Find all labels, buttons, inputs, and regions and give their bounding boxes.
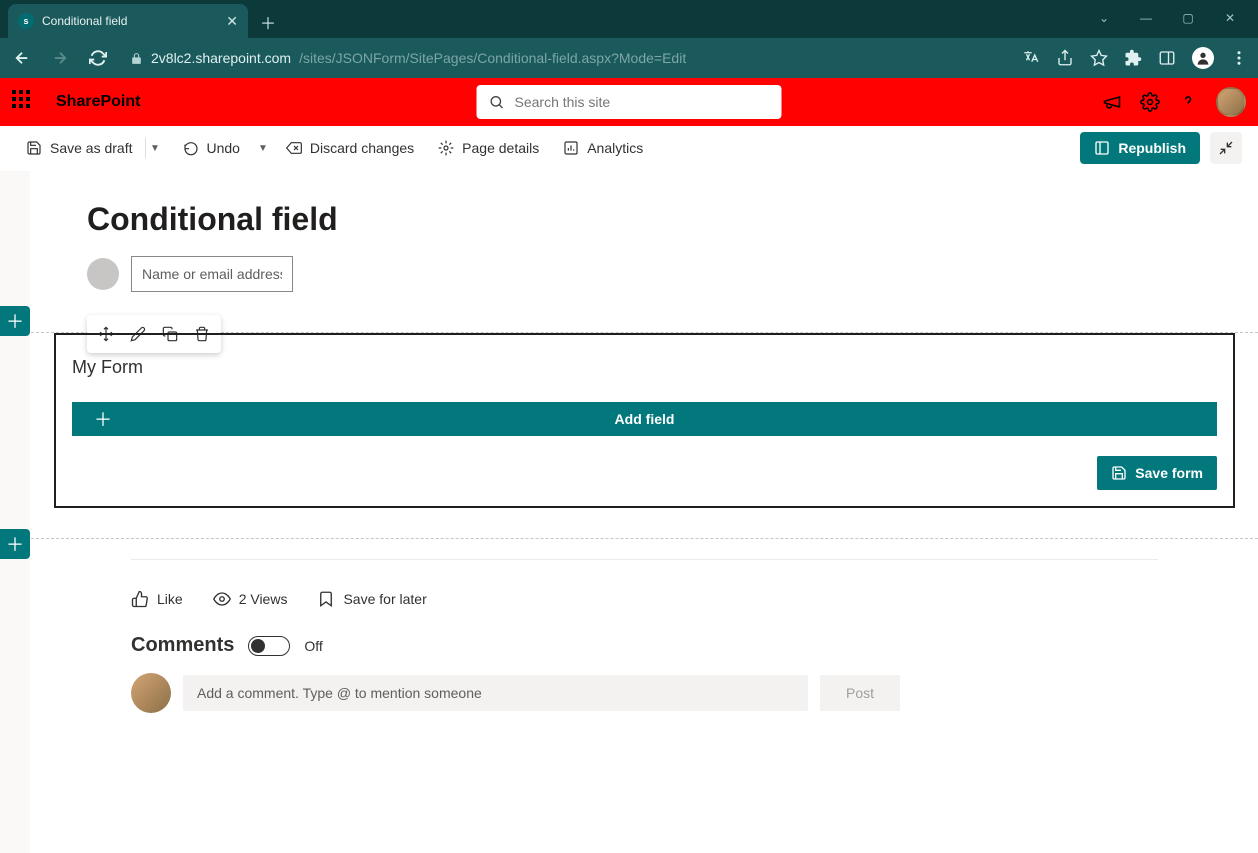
command-bar: Save as draft ▼ Undo ▼ Discard changes P… (0, 126, 1258, 171)
views-label: 2 Views (239, 591, 288, 607)
undo-icon (183, 140, 199, 156)
gear-icon[interactable] (1140, 92, 1160, 112)
save-as-draft-button[interactable]: Save as draft ▼ (16, 132, 169, 164)
views-icon (213, 590, 231, 608)
comments-heading: Comments (131, 634, 234, 657)
lock-icon (130, 52, 143, 65)
kebab-menu-icon[interactable] (1230, 49, 1248, 67)
search-icon (489, 94, 505, 110)
rail-edit-icon[interactable] (31, 339, 36, 367)
add-field-label: Add field (615, 411, 675, 427)
save-form-button[interactable]: Save form (1097, 456, 1217, 490)
republish-button[interactable]: Republish (1080, 132, 1200, 164)
save-as-draft-label: Save as draft (50, 140, 133, 156)
add-section-button-bottom[interactable]: ＋ (0, 529, 30, 559)
url-path: /sites/JSONForm/SitePages/Conditional-fi… (299, 50, 686, 66)
author-avatar-icon (87, 258, 119, 290)
window-chevron-icon[interactable]: ⌄ (1084, 4, 1124, 32)
browser-tab[interactable]: s Conditional field ✕ (8, 4, 248, 38)
republish-icon (1094, 140, 1110, 156)
browser-titlebar: s Conditional field ✕ ＋ ⌄ ― ▢ ✕ (0, 0, 1258, 38)
chevron-down-icon[interactable]: ▼ (145, 138, 159, 158)
save-later-label: Save for later (343, 591, 426, 607)
share-icon[interactable] (1056, 49, 1074, 67)
extensions-icon[interactable] (1124, 49, 1142, 67)
new-tab-button[interactable]: ＋ (254, 8, 282, 36)
search-input[interactable] (515, 94, 770, 110)
social-bar: Like 2 Views Save for later Comments Off (31, 539, 1258, 723)
profile-icon[interactable] (1192, 47, 1214, 69)
form-webpart[interactable]: My Form ＋ Add field Save form (54, 333, 1235, 508)
left-rail: ＋ ＋ (0, 171, 31, 853)
analytics-button[interactable]: Analytics (553, 134, 653, 162)
form-title[interactable]: My Form (72, 357, 1217, 378)
user-avatar[interactable] (1216, 87, 1246, 117)
rail-delete-icon[interactable] (31, 465, 36, 493)
comments-toggle[interactable] (248, 636, 290, 656)
tab-favicon-icon: s (18, 13, 34, 29)
post-label: Post (846, 685, 874, 701)
discard-label: Discard changes (310, 140, 414, 156)
like-button[interactable]: Like (131, 590, 183, 608)
like-label: Like (157, 591, 183, 607)
search-box[interactable] (477, 85, 782, 119)
analytics-icon (563, 140, 579, 156)
browser-right-icons (1022, 47, 1248, 69)
add-field-button[interactable]: ＋ Add field (72, 402, 1217, 436)
undo-label: Undo (207, 140, 240, 156)
back-button[interactable] (10, 46, 34, 70)
browser-toolbar: 2v8lc2.sharepoint.com/sites/JSONForm/Sit… (0, 38, 1258, 78)
comment-avatar (131, 673, 171, 713)
page-details-label: Page details (462, 140, 539, 156)
post-button[interactable]: Post (820, 675, 900, 711)
save-form-label: Save form (1135, 465, 1203, 481)
collapse-button[interactable] (1210, 132, 1242, 164)
add-section-button-top[interactable]: ＋ (0, 306, 30, 336)
page-details-icon (438, 140, 454, 156)
address-bar[interactable]: 2v8lc2.sharepoint.com/sites/JSONForm/Sit… (124, 50, 1008, 66)
chevron-down-icon[interactable]: ▼ (254, 143, 272, 154)
undo-button[interactable]: Undo (173, 134, 250, 162)
minimize-icon[interactable]: ― (1126, 4, 1166, 32)
close-window-icon[interactable]: ✕ (1210, 4, 1250, 32)
sidepanel-icon[interactable] (1158, 49, 1176, 67)
suite-bar: SharePoint (0, 78, 1258, 126)
page-area: ＋ ＋ Conditional field (0, 171, 1258, 853)
tab-close-icon[interactable]: ✕ (226, 13, 238, 30)
analytics-label: Analytics (587, 140, 643, 156)
author-row (87, 256, 1202, 292)
app-name[interactable]: SharePoint (56, 93, 140, 111)
forward-button[interactable] (48, 46, 72, 70)
translate-icon[interactable] (1022, 49, 1040, 67)
maximize-icon[interactable]: ▢ (1168, 4, 1208, 32)
help-icon[interactable] (1178, 92, 1198, 112)
discard-changes-button[interactable]: Discard changes (276, 134, 424, 162)
url-host: 2v8lc2.sharepoint.com (151, 50, 291, 66)
rail-duplicate-icon[interactable] (31, 423, 36, 451)
save-icon (26, 140, 42, 156)
star-icon[interactable] (1090, 49, 1108, 67)
app-launcher-icon[interactable] (12, 90, 36, 114)
window-controls: ⌄ ― ▢ ✕ (1084, 4, 1258, 38)
megaphone-icon[interactable] (1102, 92, 1122, 112)
tab-title: Conditional field (42, 14, 218, 28)
republish-label: Republish (1118, 140, 1186, 156)
plus-icon: ＋ (94, 406, 112, 432)
comment-input[interactable] (183, 675, 808, 711)
bookmark-icon (317, 590, 335, 608)
page-details-button[interactable]: Page details (428, 134, 549, 162)
save-for-later-button[interactable]: Save for later (317, 590, 426, 608)
rail-move-icon[interactable] (31, 381, 36, 409)
page-title[interactable]: Conditional field (87, 201, 1202, 238)
author-input[interactable] (131, 256, 293, 292)
canvas: Conditional field (31, 171, 1258, 853)
save-icon (1111, 465, 1127, 481)
discard-icon (286, 140, 302, 156)
comments-toggle-label: Off (304, 638, 322, 654)
views-indicator: 2 Views (213, 590, 288, 608)
reload-button[interactable] (86, 46, 110, 70)
like-icon (131, 590, 149, 608)
